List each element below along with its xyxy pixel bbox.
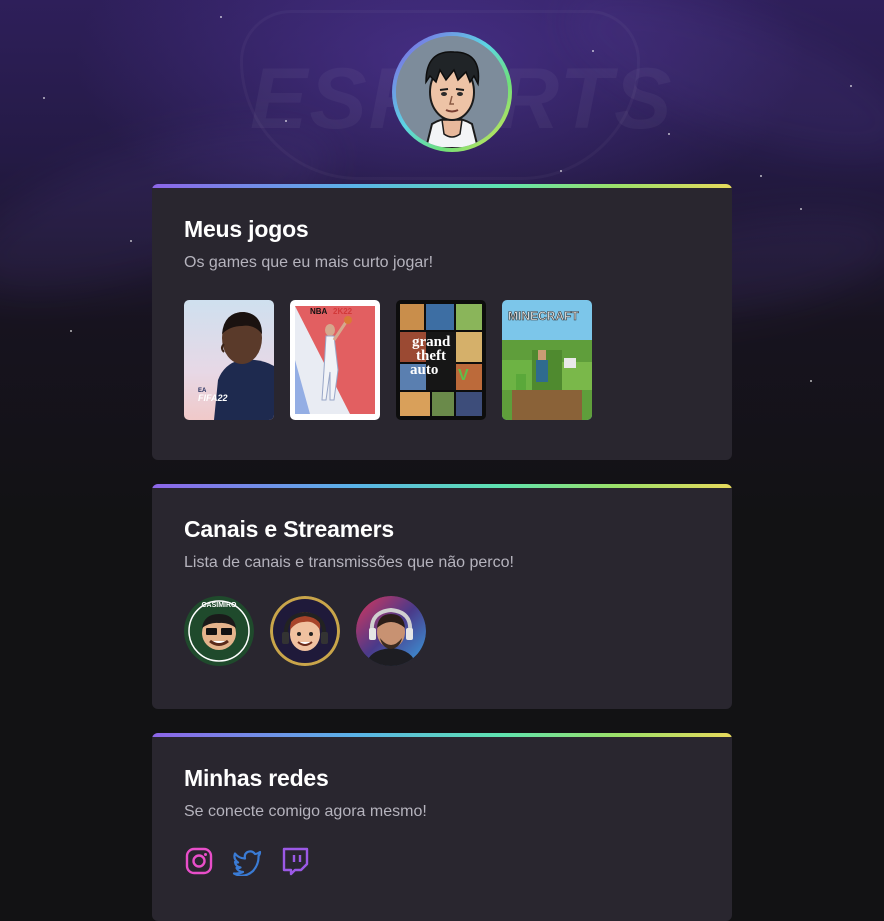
channels-subtitle: Lista de canais e transmissões que não p… <box>184 554 514 571</box>
svg-text:V: V <box>458 367 469 384</box>
games-title: Meus jogos <box>184 216 309 242</box>
instagram-link[interactable] <box>184 846 214 876</box>
streamer-headset-avatar <box>270 596 340 666</box>
twitch-link[interactable] <box>280 846 310 876</box>
socials-subtitle: Se conecte comigo agora mesmo! <box>184 803 427 820</box>
games-list: EA FIFA22 NBA 2K22 grand theft auto V MI… <box>184 300 592 420</box>
game-fifa22[interactable]: EA FIFA22 <box>184 300 274 420</box>
games-card: Meus jogos Os games que eu mais curto jo… <box>152 184 732 460</box>
channels-title: Canais e Streamers <box>184 516 394 542</box>
game-gta5[interactable]: grand theft auto V <box>396 300 486 420</box>
profile-avatar <box>396 36 508 148</box>
svg-text:FIFA22: FIFA22 <box>198 393 228 403</box>
channel-streamer-2[interactable] <box>270 596 340 666</box>
profile-avatar-ring <box>392 32 512 152</box>
svg-text:auto: auto <box>410 362 438 378</box>
svg-text:MINECRAFT: MINECRAFT <box>508 309 579 323</box>
game-nba2k22[interactable]: NBA 2K22 <box>290 300 380 420</box>
twitch-icon <box>282 847 309 876</box>
twitter-link[interactable] <box>232 846 262 877</box>
casimiro-avatar: CASIMIRO <box>184 596 254 666</box>
instagram-icon <box>185 847 213 875</box>
nba2k22-cover: NBA 2K22 <box>290 300 380 420</box>
gta5-cover: grand theft auto V <box>396 300 486 420</box>
svg-text:CASIMIRO: CASIMIRO <box>202 602 238 609</box>
channels-card: Canais e Streamers Lista de canais e tra… <box>152 484 732 709</box>
svg-text:2K22: 2K22 <box>333 307 353 316</box>
socials-title: Minhas redes <box>184 765 329 791</box>
channel-streamer-3[interactable] <box>356 596 426 666</box>
channel-casimiro[interactable]: CASIMIRO <box>184 596 254 666</box>
streamer-avatar <box>356 596 426 666</box>
minecraft-cover: MINECRAFT <box>502 300 592 420</box>
fifa22-cover: EA FIFA22 <box>184 300 274 420</box>
game-minecraft[interactable]: MINECRAFT <box>502 300 592 420</box>
socials-list <box>184 846 310 877</box>
channels-list: CASIMIRO <box>184 596 426 666</box>
twitter-icon <box>232 850 262 877</box>
games-subtitle: Os games que eu mais curto jogar! <box>184 254 434 271</box>
socials-card: Minhas redes Se conecte comigo agora mes… <box>152 733 732 921</box>
svg-text:NBA: NBA <box>310 307 328 316</box>
